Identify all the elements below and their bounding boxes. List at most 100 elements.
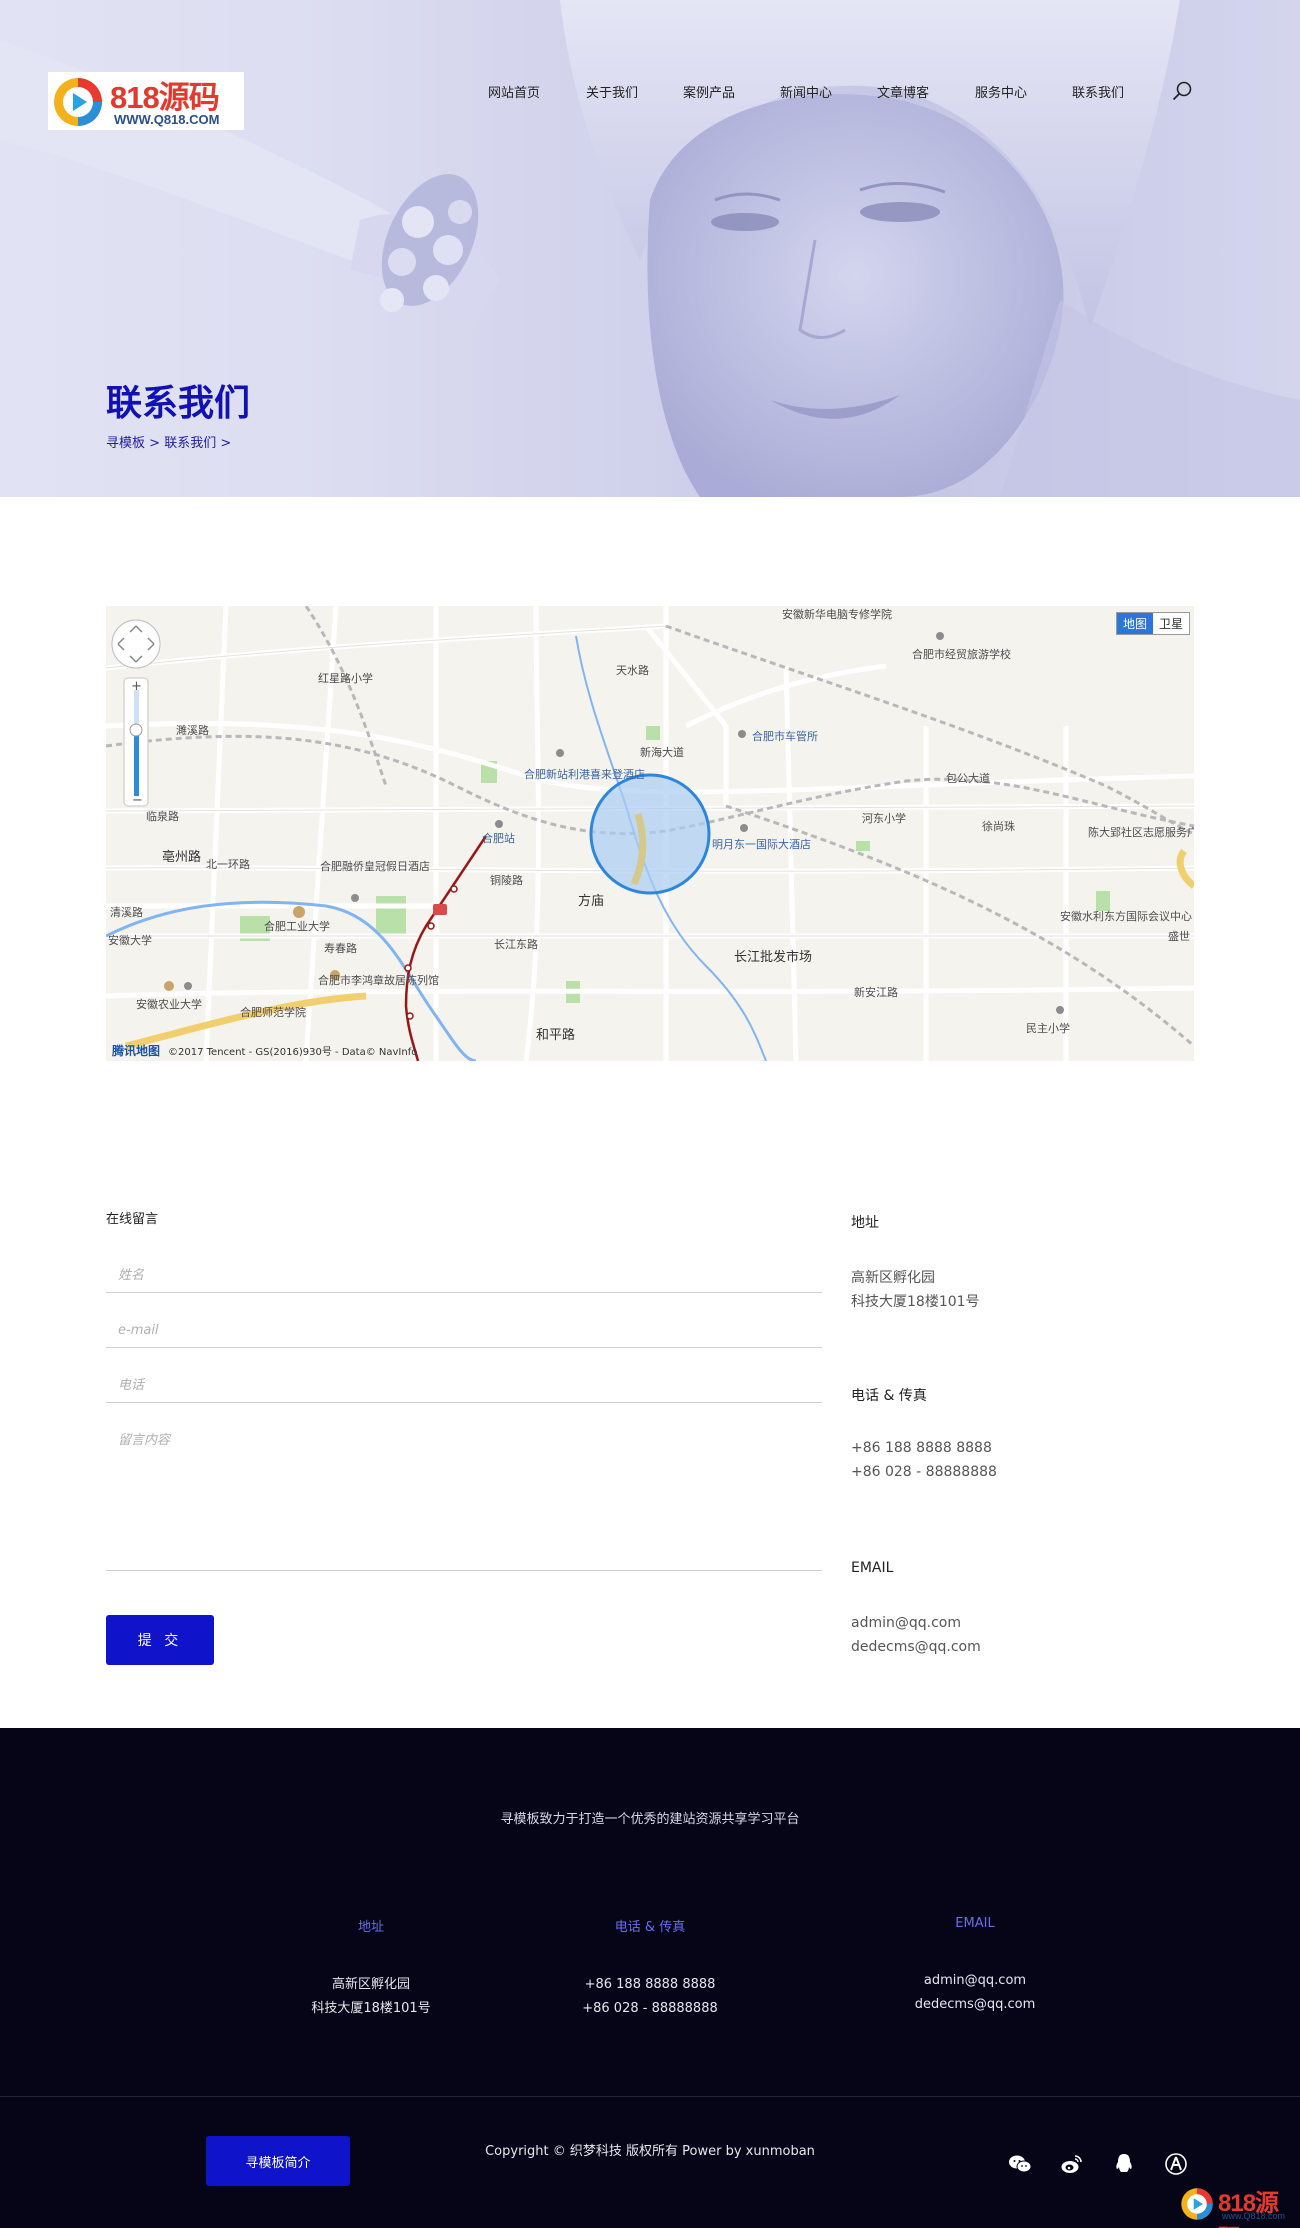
- footer-phone-column: 电话 & 传真 +86 188 8888 8888 +86 028 - 8888…: [500, 1916, 800, 2021]
- phone-heading: 电话 & 传真: [851, 1388, 927, 1404]
- form-title: 在线留言: [106, 1212, 159, 1227]
- breadcrumb-separator: >: [220, 436, 232, 451]
- name-input[interactable]: [106, 1259, 822, 1293]
- logo-domain: WWW.Q818.COM: [114, 112, 220, 127]
- nav-item-about[interactable]: 关于我们: [586, 82, 638, 101]
- tencent-weibo-icon[interactable]: [1164, 2152, 1188, 2176]
- map-label: 濉溪路: [176, 724, 209, 737]
- breadcrumb-home-link[interactable]: 寻模板: [106, 436, 145, 451]
- submit-button[interactable]: 提 交: [106, 1615, 214, 1665]
- footer-divider: [0, 2096, 1300, 2097]
- nav-item-contact[interactable]: 联系我们: [1072, 82, 1124, 101]
- footer-email-heading: EMAIL: [955, 1916, 995, 1931]
- phone-input[interactable]: [106, 1369, 822, 1403]
- map-label: 合肥新站利港喜来登酒店: [524, 768, 645, 781]
- footer-phone-line: +86 188 8888 8888: [584, 1977, 716, 1992]
- copyright-text: Copyright © 织梦科技 版权所有 Power by xunmoban: [485, 2144, 815, 2159]
- nav-item-blog[interactable]: 文章博客: [877, 82, 929, 101]
- map-label: 明月东一国际大酒店: [712, 838, 811, 851]
- wechat-icon[interactable]: [1008, 2152, 1032, 2176]
- phone-line: +86 188 8888 8888: [851, 1440, 992, 1456]
- footer-phone-heading: 电话 & 传真: [614, 1920, 686, 1935]
- email-line[interactable]: dedecms@qq.com: [851, 1639, 981, 1655]
- map-label: 包公大道: [946, 772, 990, 785]
- breadcrumb-current-link[interactable]: 联系我们: [164, 436, 216, 451]
- map-label: 新海大道: [640, 746, 684, 759]
- phone-line: +86 028 - 88888888: [851, 1464, 997, 1480]
- nav-item-service[interactable]: 服务中心: [975, 82, 1027, 101]
- play-logo-icon: [1181, 2188, 1213, 2220]
- map-label: 安徽新华电脑专修学院: [782, 608, 892, 621]
- map-label: 陈大郢社区志愿服务广场: [1088, 826, 1194, 839]
- hero-banner: 818源码 WWW.Q818.COM 网站首页 关于我们 案例产品 新闻中心 文…: [0, 0, 1300, 497]
- map-label: 寿春路: [324, 942, 357, 955]
- map-label: 徐尚珠: [982, 820, 1015, 833]
- footer-address-line: 高新区孵化园: [331, 1977, 410, 1992]
- svg-text:−: −: [132, 793, 143, 808]
- qq-icon[interactable]: [1112, 2152, 1136, 2176]
- map-label: 临泉路: [146, 810, 179, 823]
- map-label: 亳州路: [162, 850, 202, 865]
- map-label: 天水路: [616, 664, 649, 677]
- weibo-icon[interactable]: [1060, 2152, 1084, 2176]
- footer-address-heading: 地址: [357, 1920, 384, 1935]
- breadcrumb: 寻模板 > 联系我们 >: [106, 432, 231, 451]
- map-label: 合肥市李鸿章故居陈列馆: [318, 974, 439, 987]
- map-label: 安徽大学: [108, 934, 152, 947]
- map-label: 方庙: [578, 894, 605, 909]
- address-heading: 地址: [851, 1215, 879, 1231]
- map-label: 合肥站: [482, 832, 515, 845]
- map-label: 河东小学: [862, 812, 906, 825]
- map-label: 合肥融侨皇冠假日酒店: [320, 860, 430, 873]
- page-title: 联系我们: [106, 383, 251, 424]
- footer-address-column: 地址 高新区孵化园 科技大厦18楼101号: [221, 1916, 521, 2021]
- map-label: 合肥工业大学: [264, 920, 330, 933]
- map-label: 红星路小学: [318, 672, 373, 685]
- nav-item-home[interactable]: 网站首页: [488, 82, 540, 101]
- map-label: 铜陵路: [490, 874, 523, 887]
- map-view-map-button[interactable]: 地图: [1116, 613, 1153, 634]
- nav-item-news[interactable]: 新闻中心: [780, 82, 832, 101]
- site-footer: 寻模板致力于打造一个优秀的建站资源共享学习平台 地址 高新区孵化园 科技大厦18…: [0, 1728, 1300, 2228]
- email-heading: EMAIL: [851, 1560, 894, 1576]
- footer-address-line: 科技大厦18楼101号: [311, 2001, 431, 2016]
- location-map[interactable]: + − 安徽新华电脑专修学院 合肥市经贸旅游学校 红星路小学 天水路 合肥市车管…: [106, 606, 1194, 1061]
- map-view-toggle: 地图 卫星: [1115, 612, 1190, 635]
- map-label: 清溪路: [110, 906, 143, 919]
- main-nav: 网站首页 关于我们 案例产品 新闻中心 文章博客 服务中心 联系我们: [0, 82, 1300, 102]
- map-label: 和平路: [536, 1028, 576, 1043]
- search-icon[interactable]: [1171, 80, 1193, 102]
- email-line[interactable]: admin@qq.com: [851, 1615, 961, 1631]
- map-label: 民主小学: [1026, 1022, 1070, 1035]
- map-label: 合肥市车管所: [752, 730, 818, 743]
- map-brand: 腾讯地图: [112, 1044, 161, 1058]
- message-textarea[interactable]: [106, 1421, 822, 1571]
- email-input[interactable]: [106, 1314, 822, 1348]
- map-label: 新安江路: [854, 986, 898, 999]
- footer-email-line[interactable]: admin@qq.com: [825, 1969, 1125, 1993]
- map-label: 合肥师范学院: [240, 1006, 306, 1019]
- svg-text:+: +: [131, 679, 142, 694]
- map-label: 盛世: [1168, 930, 1190, 943]
- map-view-satellite-button[interactable]: 卫星: [1153, 613, 1189, 634]
- map-canvas: + −: [106, 606, 1194, 1061]
- map-label: 安徽水利东方国际会议中心: [1060, 910, 1192, 923]
- footer-phone-line: +86 028 - 88888888: [582, 2001, 718, 2016]
- corner-badge-domain: www.Q818.com: [1222, 2211, 1286, 2221]
- footer-email-column: EMAIL admin@qq.com dedecms@qq.com: [825, 1916, 1125, 2017]
- footer-email-line[interactable]: dedecms@qq.com: [825, 1993, 1125, 2017]
- map-copyright: ©2017 Tencent - GS(2016)930号 - Data© Nav…: [168, 1047, 418, 1058]
- map-label: 合肥市经贸旅游学校: [912, 648, 1011, 661]
- breadcrumb-separator: >: [149, 436, 161, 451]
- address-line: 科技大厦18楼101号: [851, 1294, 980, 1310]
- nav-item-cases[interactable]: 案例产品: [683, 82, 735, 101]
- corner-badge: 818源码 www.Q818.com: [1176, 2183, 1296, 2228]
- corner-badge-text: 818源码: [1218, 2190, 1279, 2228]
- footer-slogan: 寻模板致力于打造一个优秀的建站资源共享学习平台: [500, 1812, 800, 1827]
- map-attribution: 腾讯地图 ©2017 Tencent - GS(2016)930号 - Data©…: [112, 1042, 417, 1059]
- address-line: 高新区孵化园: [851, 1270, 935, 1286]
- map-label: 长江批发市场: [734, 950, 813, 965]
- map-label: 安徽农业大学: [136, 998, 202, 1011]
- map-label: 北一环路: [206, 858, 250, 871]
- map-label: 长江东路: [494, 938, 538, 951]
